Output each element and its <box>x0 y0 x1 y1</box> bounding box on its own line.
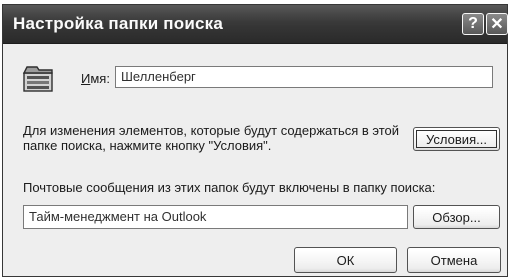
close-icon: ✕ <box>490 16 504 33</box>
title-bar[interactable]: Настройка папки поиска ? ✕ <box>3 5 508 44</box>
cancel-button[interactable]: Отмена <box>407 247 501 273</box>
search-folder-dialog: Настройка папки поиска ? ✕ Имя: Шелленбе… <box>2 4 508 277</box>
search-folder-icon <box>22 66 53 92</box>
browse-button[interactable]: Обзор... <box>413 205 500 229</box>
folders-field: Тайм-менеджмент на Outlook <box>23 205 408 229</box>
conditions-description: Для изменения элементов, которые будут с… <box>23 123 400 153</box>
name-label: Имя: <box>81 71 110 86</box>
folders-info-label: Почтовые сообщения из этих папок будут в… <box>23 180 436 195</box>
ok-button[interactable]: ОК <box>294 247 397 273</box>
help-button[interactable]: ? <box>462 13 484 35</box>
close-button[interactable]: ✕ <box>486 13 508 35</box>
conditions-button[interactable]: Условия... <box>413 127 500 151</box>
name-field[interactable]: Шелленберг <box>115 66 493 88</box>
dialog-title: Настройка папки поиска <box>13 14 224 33</box>
help-icon: ? <box>468 15 478 32</box>
